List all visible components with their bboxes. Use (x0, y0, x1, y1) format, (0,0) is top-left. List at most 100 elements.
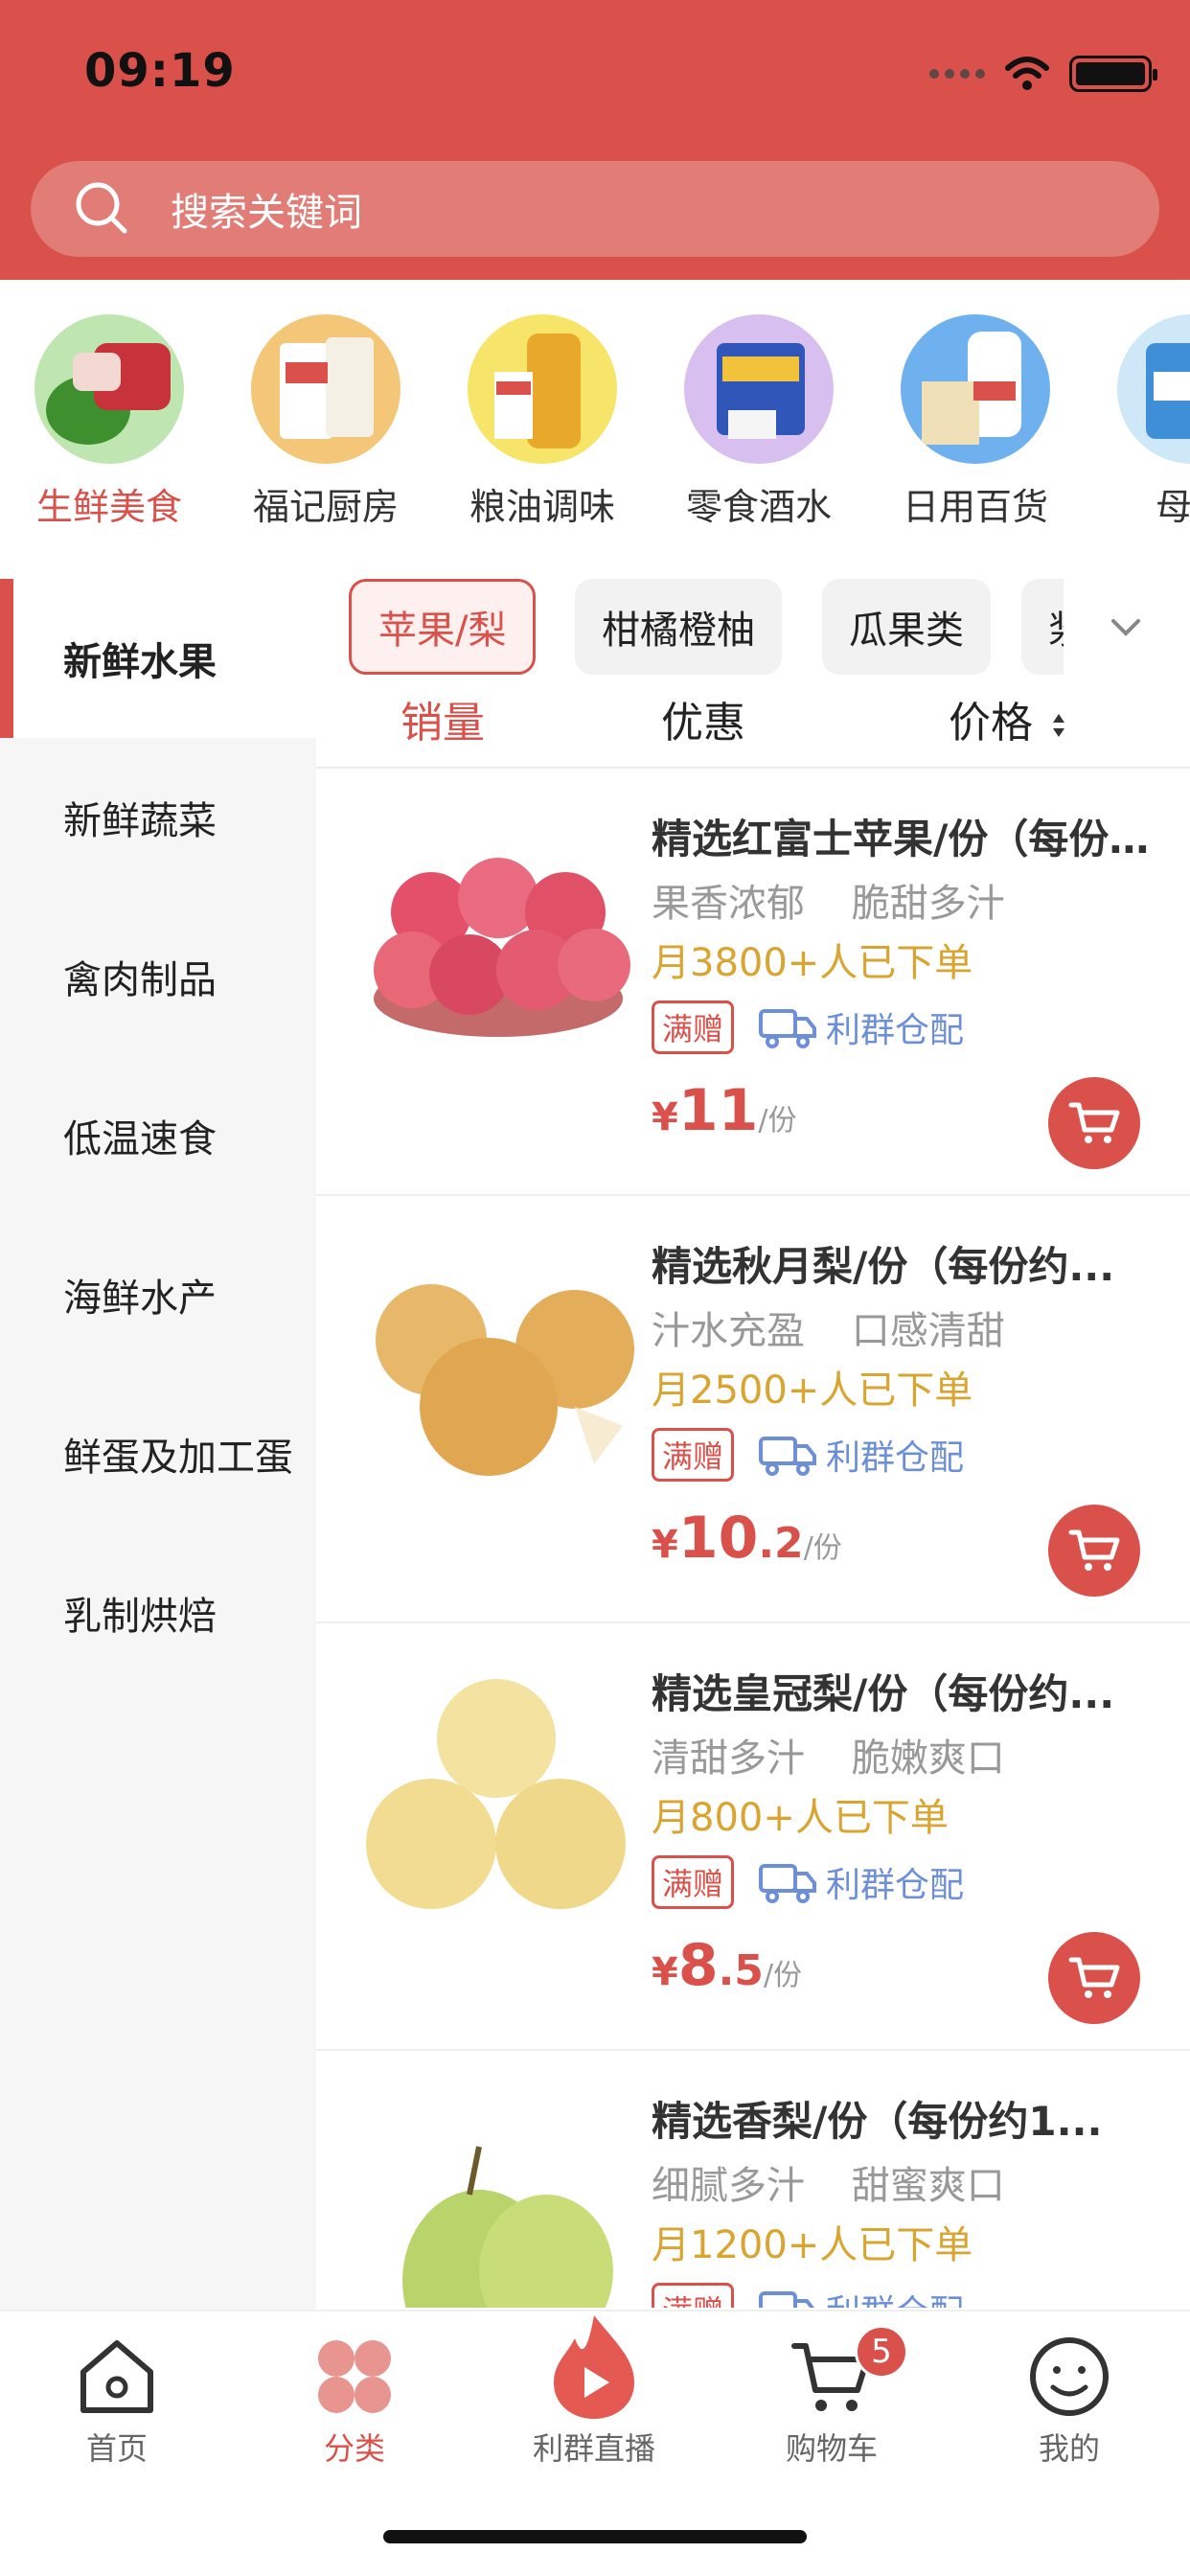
gift-badge: 满赠 (652, 1855, 735, 1909)
product-sales: 月2500+人已下单 (652, 1368, 973, 1413)
gift-badge: 满赠 (652, 1428, 735, 1482)
tab-label: 首页 (85, 2430, 148, 2467)
truck-icon (759, 1009, 817, 1048)
category-kitchen[interactable]: 福记厨房 (230, 314, 422, 530)
category-daily-goods[interactable]: 日用百货 (880, 314, 1071, 530)
cart-icon (1068, 1957, 1120, 1998)
chevron-down-icon[interactable] (1102, 604, 1150, 656)
wifi-icon (1005, 57, 1049, 90)
product-card[interactable]: 精选皇冠梨/份（每份约... 清甜多汁 脆嫩爽口 月800+人已下单 满赠 利群… (316, 1623, 1190, 2051)
product-card[interactable]: 精选香梨/份（每份约1... 细腻多汁 甜蜜爽口 月1200+人已下单 满赠 利… (316, 2051, 1190, 2308)
price-unit: /份 (803, 1531, 842, 1565)
sidebar-item-poultry-meat[interactable]: 禽肉制品 (0, 897, 316, 1056)
snacks-drinks-image (684, 314, 834, 464)
tab-category[interactable]: 分类 (259, 2331, 450, 2469)
category-label: 零食酒水 (685, 486, 832, 528)
fresh-food-image (34, 314, 184, 464)
sidebar: 新鲜水果 新鲜蔬菜 禽肉制品 低温速食 海鲜水产 鲜蛋及加工蛋 乳制烘焙 (0, 579, 316, 2310)
sort-arrows-icon (1053, 714, 1064, 737)
price-symbol: ¥ (652, 1523, 678, 1567)
sort-price[interactable]: 价格 (949, 688, 1067, 749)
sidebar-item-eggs[interactable]: 鲜蛋及加工蛋 (0, 1374, 316, 1533)
apple-image (355, 807, 642, 1094)
delivery-label: 利群仓配 (826, 1866, 965, 1905)
cart-count-badge: 5 (855, 2325, 908, 2379)
product-tags: 果香浓郁 脆甜多汁 (652, 872, 1040, 928)
search-bar[interactable]: 搜索关键词 (31, 161, 1159, 257)
product-tag: 细腻多汁 (652, 2164, 805, 2208)
cart-icon (1068, 1530, 1120, 1571)
category-grain-oil[interactable]: 粮油调味 (446, 314, 638, 530)
product-tags: 汁水充盈 口感清甜 (652, 1300, 1040, 1355)
sidebar-item-dairy-bakery[interactable]: 乳制烘焙 (0, 1533, 316, 1692)
sort-bar: 销量 优惠 价格 (316, 688, 1190, 765)
add-to-cart-button[interactable] (1048, 1932, 1140, 2024)
chip-citrus[interactable]: 柑橘橙柚 (575, 579, 782, 675)
product-tag: 口感清甜 (851, 1309, 1005, 1353)
product-badges: 满赠 利群仓配 (652, 1428, 964, 1482)
product-sales: 月1200+人已下单 (652, 2223, 973, 2267)
product-price: ¥8.5/份 (652, 1932, 802, 1999)
product-card[interactable]: 精选红富士苹果/份（每份约... 果香浓郁 脆甜多汁 月3800+人已下单 满赠… (316, 769, 1190, 1196)
sidebar-item-chilled-fast-food[interactable]: 低温速食 (0, 1056, 316, 1215)
product-name: 精选香梨/份（每份约1... (652, 2098, 1103, 2145)
add-to-cart-button[interactable] (1048, 1077, 1140, 1169)
delivery-info: 利群仓配 (757, 1430, 964, 1480)
price-integer: 11 (677, 1077, 759, 1144)
sidebar-item-fresh-vegetables[interactable]: 新鲜蔬菜 (0, 738, 316, 897)
product-card[interactable]: 精选秋月梨/份（每份约... 汁水充盈 口感清甜 月2500+人已下单 满赠 利… (316, 1196, 1190, 1623)
tab-me[interactable]: 我的 (973, 2331, 1165, 2469)
status-icons (929, 56, 1157, 92)
chip-apple-pear[interactable]: 苹果/梨 (349, 579, 537, 675)
price-symbol: ¥ (652, 1095, 678, 1139)
truck-icon (759, 1864, 817, 1903)
sidebar-item-seafood[interactable]: 海鲜水产 (0, 1215, 316, 1374)
daily-goods-image (901, 314, 1050, 464)
pear-image (355, 1234, 642, 1522)
header: 09:19 搜索关键词 (0, 0, 1190, 280)
category-label: 日用百货 (902, 486, 1048, 528)
delivery-info: 利群仓配 (757, 2285, 964, 2308)
product-tags: 清甜多汁 脆嫩爽口 (652, 1727, 1040, 1782)
sidebar-item-fresh-fruit[interactable]: 新鲜水果 (0, 579, 316, 738)
battery-icon (1069, 56, 1157, 92)
product-tags: 细腻多汁 甜蜜爽口 (652, 2154, 1040, 2210)
tab-label: 购物车 (785, 2430, 878, 2467)
tab-live[interactable]: 利群直播 (498, 2315, 690, 2469)
home-indicator (383, 2530, 807, 2543)
product-sales: 月3800+人已下单 (652, 941, 973, 985)
price-symbol: ¥ (652, 1950, 678, 1994)
delivery-label: 利群仓配 (826, 1011, 965, 1050)
category-label: 母婴 (1155, 486, 1190, 528)
product-tag: 汁水充盈 (652, 1309, 805, 1353)
category-label: 粮油调味 (469, 486, 615, 528)
kitchen-image (251, 314, 400, 464)
grain-oil-image (468, 314, 617, 464)
live-flame-icon (554, 2315, 634, 2419)
truck-icon (759, 1437, 817, 1476)
product-price: ¥10.2/份 (652, 1505, 842, 1572)
price-unit: /份 (758, 1104, 797, 1138)
product-badges: 满赠 利群仓配 (652, 1000, 964, 1054)
sort-discount[interactable]: 优惠 (661, 688, 745, 749)
crown-pear-image (355, 1662, 642, 1949)
sort-sales[interactable]: 销量 (400, 688, 485, 749)
mother-baby-image (1117, 314, 1190, 464)
category-snacks-drinks[interactable]: 零食酒水 (663, 314, 855, 530)
gift-badge: 满赠 (652, 1000, 735, 1054)
search-icon (69, 175, 136, 242)
tab-cart[interactable]: 5 购物车 (736, 2325, 927, 2469)
chip-berries[interactable]: 浆 (1021, 579, 1064, 675)
tab-home[interactable]: 首页 (21, 2331, 213, 2469)
delivery-info: 利群仓配 (757, 1857, 964, 1907)
product-name: 精选红富士苹果/份（每份约... (652, 816, 1159, 862)
category-mother-baby[interactable]: 母婴 (1096, 314, 1190, 530)
tab-label: 利群直播 (532, 2430, 655, 2467)
product-tag: 清甜多汁 (652, 1736, 805, 1781)
cart-icon (1068, 1102, 1120, 1143)
price-decimal: .5 (718, 1946, 764, 1995)
category-fresh-food[interactable]: 生鲜美食 (13, 314, 205, 530)
price-decimal: .2 (758, 1519, 804, 1568)
add-to-cart-button[interactable] (1048, 1505, 1140, 1597)
chip-melons[interactable]: 瓜果类 (822, 579, 991, 675)
